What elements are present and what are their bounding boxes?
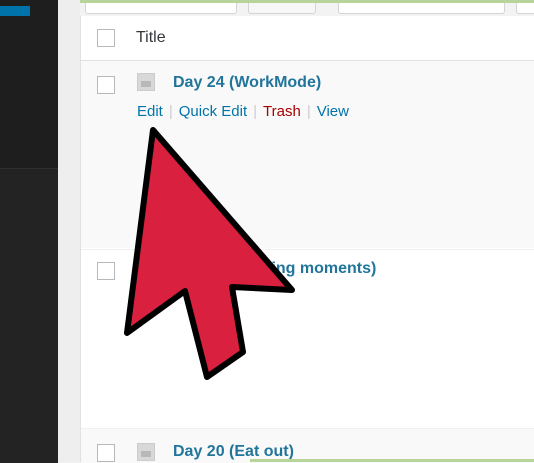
edit-link[interactable]: Edit bbox=[137, 103, 163, 120]
row-actions: Edit | Quick Edit | Trash | View bbox=[137, 103, 349, 120]
select-all-checkbox[interactable] bbox=[97, 29, 115, 47]
sidebar-active-indicator bbox=[0, 6, 30, 16]
sidebar-gap bbox=[58, 0, 80, 462]
post-thumbnail-icon bbox=[137, 73, 155, 91]
row-checkbox[interactable] bbox=[97, 76, 115, 94]
post-title-link[interactable]: ling moments) bbox=[267, 260, 376, 278]
post-title-link[interactable]: Day 24 (WorkMode) bbox=[173, 74, 321, 92]
top-border-strip bbox=[80, 0, 534, 3]
separator: | bbox=[306, 103, 311, 120]
trash-link[interactable]: Trash bbox=[263, 103, 301, 120]
row-checkbox[interactable] bbox=[97, 444, 115, 462]
column-header-title[interactable]: Title bbox=[136, 29, 166, 47]
admin-sidebar bbox=[0, 0, 58, 463]
view-link[interactable]: View bbox=[317, 103, 349, 120]
table-row: Day 20 (Eat out) bbox=[81, 428, 534, 463]
post-thumbnail-icon bbox=[137, 443, 155, 461]
separator: | bbox=[168, 103, 173, 120]
posts-table: Title Day 24 (WorkMode) Edit | Quick Edit |… bbox=[80, 16, 534, 463]
table-row: Day 24 (WorkMode) Edit | Quick Edit | Trash |… bbox=[81, 61, 534, 248]
table-row: ling moments) bbox=[81, 249, 534, 428]
table-header: Title bbox=[81, 16, 534, 61]
row-checkbox[interactable] bbox=[97, 262, 115, 280]
separator: | bbox=[253, 103, 258, 120]
sidebar-menu-panel bbox=[0, 168, 58, 463]
quick-edit-link[interactable]: Quick Edit bbox=[179, 103, 247, 120]
